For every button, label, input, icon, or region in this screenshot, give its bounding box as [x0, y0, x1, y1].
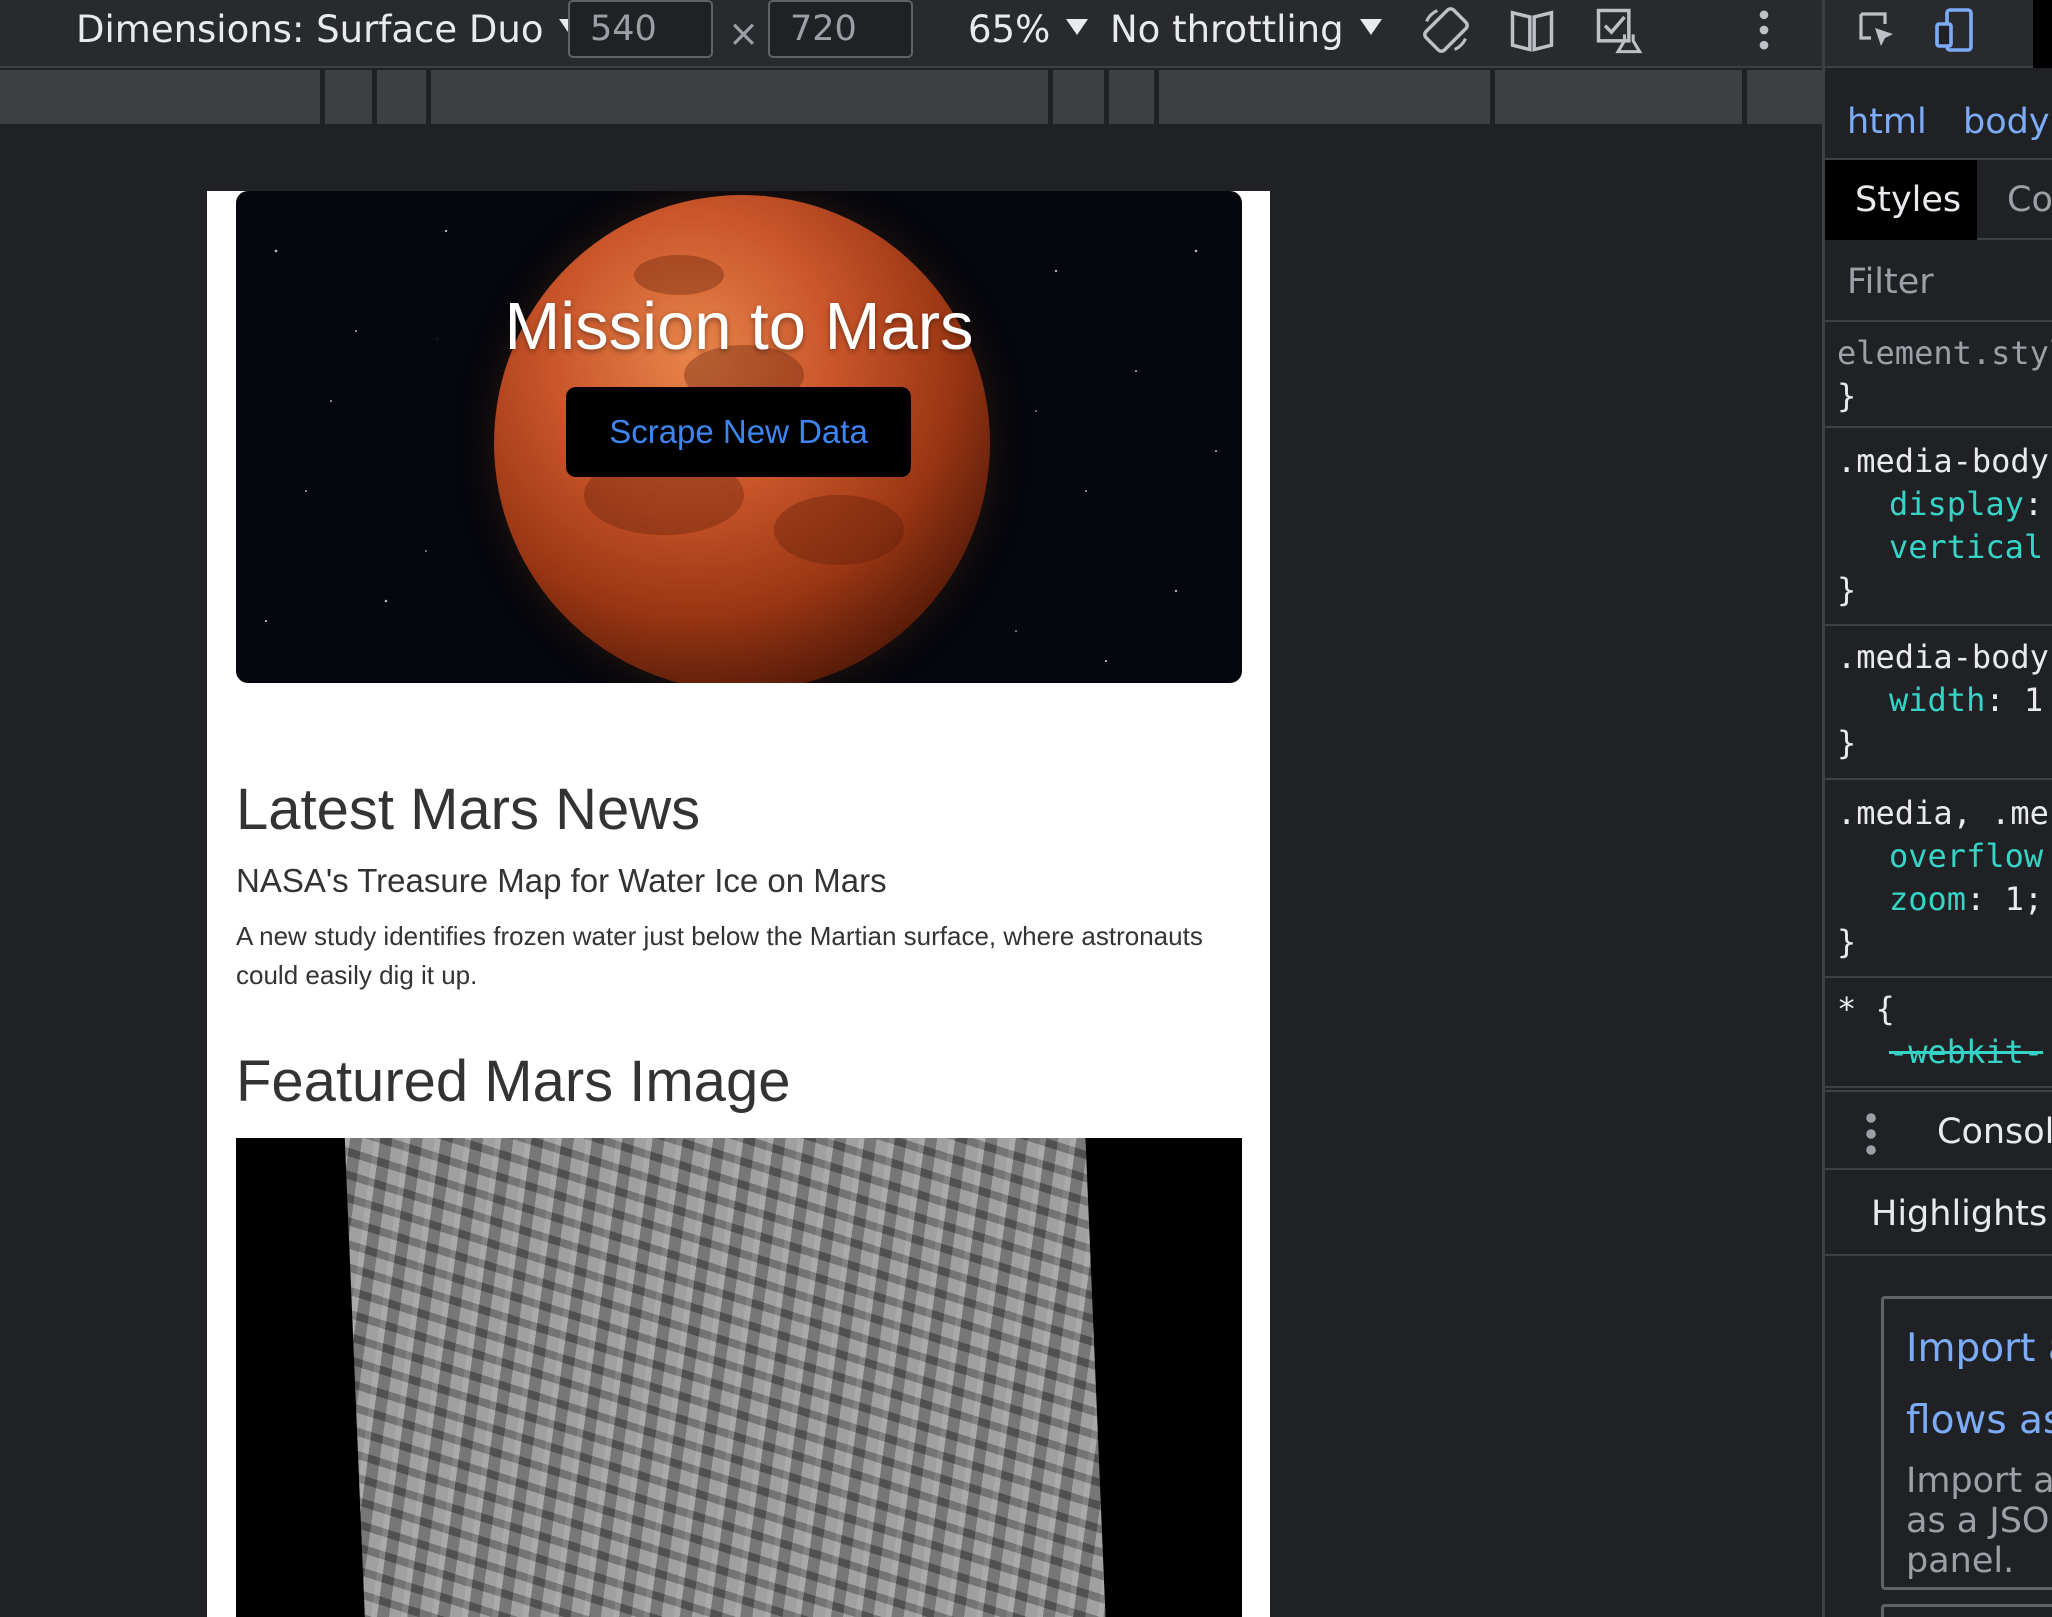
next-card-edge — [1881, 1604, 2052, 1617]
styles-filter-input[interactable]: Filter — [1825, 242, 2052, 322]
featured-image-heading: Featured Mars Image — [236, 1049, 791, 1114]
css-property-value: : — [2023, 485, 2044, 523]
ruler-divider — [1104, 70, 1109, 124]
inspect-element-icon[interactable] — [1853, 4, 1901, 56]
hero-jumbotron: Mission to Mars Scrape New Data — [236, 191, 1242, 683]
whats-new-link-line: flows as — [1906, 1398, 2052, 1443]
throttling-caret-icon — [1359, 19, 1382, 35]
drawer-tabbar: Console — [1825, 1090, 2052, 1170]
dunes-image-strip — [344, 1138, 1108, 1617]
css-property[interactable]: width: 1 — [1825, 679, 2052, 722]
devtools-top-toolbar — [1825, 0, 2052, 68]
whats-new-description: Import a as a JSO panel. — [1906, 1461, 2052, 1581]
emulated-page: Mission to Mars Scrape New Data Latest M… — [207, 191, 1270, 1617]
rule-media-multi: .media, .me overflow zoom: 1; } — [1825, 782, 2052, 978]
media-query-ruler — [0, 70, 1822, 124]
devtools-tab-edge — [2033, 0, 2052, 68]
dual-screen-icon[interactable] — [1506, 4, 1558, 56]
css-property-name: display — [1889, 485, 2024, 523]
times-symbol: × — [728, 12, 760, 55]
news-paragraph: A new study identifies frozen water just… — [236, 921, 1203, 990]
css-property-name: width — [1889, 681, 1986, 719]
device-toolbar: Dimensions: Surface Duo 540 × 720 65% No… — [0, 0, 1822, 68]
dimensions-dropdown[interactable]: Dimensions: Surface Duo — [76, 8, 582, 52]
ruler-divider — [372, 70, 377, 124]
css-property-name: zoom — [1889, 880, 1967, 918]
ruler-divider — [1048, 70, 1053, 124]
zoom-dropdown[interactable]: 65% — [968, 8, 1089, 52]
height-input[interactable]: 720 — [768, 0, 913, 58]
rule-close-brace: } — [1837, 377, 1857, 415]
dimensions-label: Dimensions: Surface Duo — [76, 8, 544, 51]
breadcrumb-body[interactable]: body — [1963, 100, 2050, 144]
rule-selector: element.style { — [1837, 334, 2052, 372]
css-property[interactable]: display: — [1825, 483, 2052, 526]
tab-console[interactable]: Console — [1937, 1110, 2052, 1154]
tab-styles[interactable]: Styles — [1825, 160, 1977, 240]
more-vert-icon[interactable] — [1738, 4, 1790, 56]
whats-new-card: Import a flows as Import a as a JSO pane… — [1881, 1296, 2052, 1590]
rule-close-brace: } — [1837, 923, 1857, 961]
zoom-label: 65% — [968, 8, 1051, 51]
ruler-divider — [320, 70, 325, 124]
rotate-icon[interactable] — [1420, 4, 1472, 56]
breadcrumb: html body — [1825, 80, 2052, 160]
rule-close-brace: } — [1837, 724, 1857, 762]
throttling-label: No throttling — [1110, 8, 1344, 51]
drawer-menu-icon[interactable] — [1865, 1112, 1877, 1156]
whats-new-link-line: Import a — [1906, 1326, 2052, 1371]
css-property-overridden[interactable]: -webkit- — [1825, 1031, 2052, 1074]
rule-selector[interactable]: .media, .me — [1825, 792, 2052, 835]
whats-new-highlights-header: Highlights f — [1825, 1172, 2052, 1256]
latest-news-heading: Latest Mars News — [236, 777, 701, 842]
devtools-panel: html body Styles Com Filter element.styl… — [1822, 0, 2052, 1617]
css-property[interactable]: zoom: 1; — [1825, 878, 2052, 921]
emulated-viewport: Mission to Mars Scrape New Data Latest M… — [0, 124, 1822, 1617]
css-property-value: : 1 — [1985, 681, 2044, 719]
scrape-new-data-button[interactable]: Scrape New Data — [566, 387, 911, 477]
css-property-name: -webkit- — [1889, 1033, 2044, 1071]
css-property[interactable]: vertical — [1825, 526, 2052, 569]
whats-new-text-line: panel. — [1906, 1541, 2015, 1581]
rule-selector[interactable]: .media-body { — [1825, 636, 2052, 679]
css-property[interactable]: overflow — [1825, 835, 2052, 878]
news-title: NASA's Treasure Map for Water Ice on Mar… — [236, 862, 887, 899]
tab-computed[interactable]: Com — [1977, 160, 2052, 240]
whats-new-link[interactable]: Import a flows as — [1906, 1313, 2052, 1457]
rule-selector[interactable]: .media-body { — [1825, 440, 2052, 483]
ruler-divider — [1154, 70, 1159, 124]
rule-element-style: element.style { } — [1825, 324, 2052, 428]
rule-media-body-2: .media-body { width: 1 } — [1825, 628, 2052, 780]
styles-tabs: Styles Com — [1825, 160, 2052, 240]
css-property-name: vertical — [1889, 528, 2044, 566]
breadcrumb-html[interactable]: html — [1847, 100, 1927, 144]
featured-mars-image — [236, 1138, 1242, 1617]
ruler-divider — [1742, 70, 1747, 124]
experiments-icon[interactable] — [1592, 4, 1644, 56]
throttling-dropdown[interactable]: No throttling — [1110, 8, 1382, 52]
rule-selector[interactable]: * { — [1825, 988, 2052, 1031]
rule-close-brace: } — [1837, 571, 1857, 609]
rule-media-body-1: .media-body { display: vertical } — [1825, 430, 2052, 626]
width-input[interactable]: 540 — [568, 0, 713, 58]
css-property-name: overflow — [1889, 837, 2044, 875]
whats-new-text-line: Import a — [1906, 1461, 2052, 1501]
ruler-divider — [1490, 70, 1495, 124]
device-toolbar-icon[interactable] — [1931, 4, 1979, 56]
rule-universal: * { -webkit- — [1825, 980, 2052, 1088]
ruler-divider — [426, 70, 431, 124]
zoom-caret-icon — [1066, 19, 1089, 35]
css-property-value: : 1; — [1966, 880, 2044, 918]
hero-title: Mission to Mars — [504, 289, 974, 364]
whats-new-text-line: as a JSO — [1906, 1501, 2050, 1541]
